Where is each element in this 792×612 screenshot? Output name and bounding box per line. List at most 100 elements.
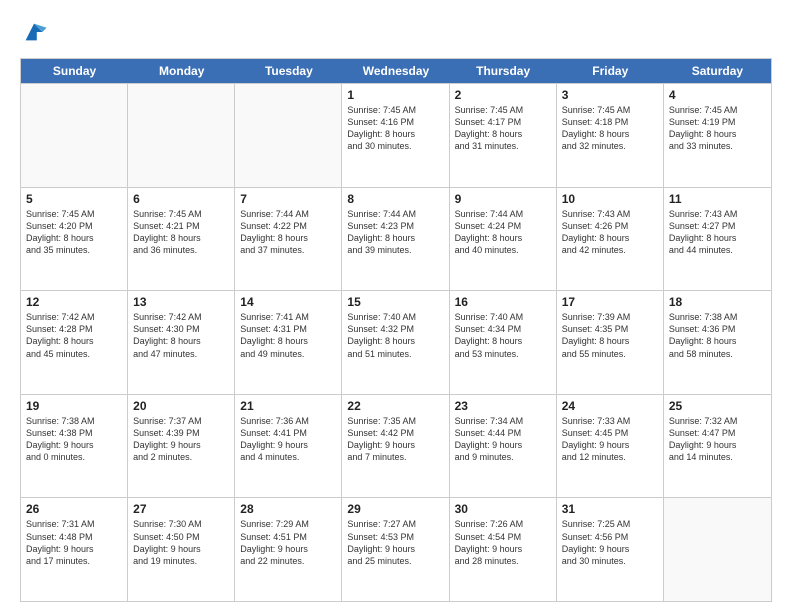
calendar-row: 19 Sunrise: 7:38 AM Sunset: 4:38 PM Dayli…: [21, 394, 771, 498]
calendar-cell: 29 Sunrise: 7:27 AM Sunset: 4:53 PM Dayli…: [342, 498, 449, 601]
day-number: 17: [562, 295, 658, 309]
day-number: 19: [26, 399, 122, 413]
day-number: 31: [562, 502, 658, 516]
cell-info: Sunrise: 7:41 AM Sunset: 4:31 PM Dayligh…: [240, 311, 336, 360]
cell-info: Sunrise: 7:31 AM Sunset: 4:48 PM Dayligh…: [26, 518, 122, 567]
day-number: 18: [669, 295, 766, 309]
cell-info: Sunrise: 7:30 AM Sunset: 4:50 PM Dayligh…: [133, 518, 229, 567]
calendar-cell: [235, 84, 342, 187]
calendar-cell: 3Sunrise: 7:45 AM Sunset: 4:18 PM Daylig…: [557, 84, 664, 187]
weekday-header: Monday: [128, 59, 235, 83]
weekday-header: Saturday: [664, 59, 771, 83]
day-number: 9: [455, 192, 551, 206]
cell-info: Sunrise: 7:44 AM Sunset: 4:22 PM Dayligh…: [240, 208, 336, 257]
calendar-body: 1 Sunrise: 7:45 AM Sunset: 4:16 PM Daylig…: [21, 83, 771, 601]
calendar-row: 12Sunrise: 7:42 AM Sunset: 4:28 PM Dayli…: [21, 290, 771, 394]
page: SundayMondayTuesdayWednesdayThursdayFrid…: [0, 0, 792, 612]
cell-info: Sunrise: 7:45 AM Sunset: 4:21 PM Dayligh…: [133, 208, 229, 257]
cell-info: Sunrise: 7:26 AM Sunset: 4:54 PM Dayligh…: [455, 518, 551, 567]
day-number: 22: [347, 399, 443, 413]
calendar-cell: 30 Sunrise: 7:26 AM Sunset: 4:54 PM Dayli…: [450, 498, 557, 601]
cell-info: Sunrise: 7:39 AM Sunset: 4:35 PM Dayligh…: [562, 311, 658, 360]
day-number: 27: [133, 502, 229, 516]
calendar-cell: 18 Sunrise: 7:38 AM Sunset: 4:36 PM Dayli…: [664, 291, 771, 394]
day-number: 11: [669, 192, 766, 206]
calendar-cell: 8Sunrise: 7:44 AM Sunset: 4:23 PM Daylig…: [342, 188, 449, 291]
cell-info: Sunrise: 7:45 AM Sunset: 4:18 PM Dayligh…: [562, 104, 658, 153]
cell-info: Sunrise: 7:45 AM Sunset: 4:20 PM Dayligh…: [26, 208, 122, 257]
cell-info: Sunrise: 7:44 AM Sunset: 4:24 PM Dayligh…: [455, 208, 551, 257]
day-number: 1: [347, 88, 443, 102]
calendar-cell: 9 Sunrise: 7:44 AM Sunset: 4:24 PM Daylig…: [450, 188, 557, 291]
cell-info: Sunrise: 7:40 AM Sunset: 4:32 PM Dayligh…: [347, 311, 443, 360]
cell-info: Sunrise: 7:37 AM Sunset: 4:39 PM Dayligh…: [133, 415, 229, 464]
day-number: 2: [455, 88, 551, 102]
calendar-cell: 20 Sunrise: 7:37 AM Sunset: 4:39 PM Dayli…: [128, 395, 235, 498]
cell-info: Sunrise: 7:40 AM Sunset: 4:34 PM Dayligh…: [455, 311, 551, 360]
cell-info: Sunrise: 7:27 AM Sunset: 4:53 PM Dayligh…: [347, 518, 443, 567]
weekday-header: Wednesday: [342, 59, 449, 83]
calendar-row: 26 Sunrise: 7:31 AM Sunset: 4:48 PM Dayli…: [21, 497, 771, 601]
calendar-cell: [664, 498, 771, 601]
calendar-cell: 1 Sunrise: 7:45 AM Sunset: 4:16 PM Daylig…: [342, 84, 449, 187]
cell-info: Sunrise: 7:32 AM Sunset: 4:47 PM Dayligh…: [669, 415, 766, 464]
calendar-cell: 21 Sunrise: 7:36 AM Sunset: 4:41 PM Dayli…: [235, 395, 342, 498]
calendar-cell: 4Sunrise: 7:45 AM Sunset: 4:19 PM Daylig…: [664, 84, 771, 187]
calendar-cell: 15 Sunrise: 7:40 AM Sunset: 4:32 PM Dayli…: [342, 291, 449, 394]
calendar-cell: 11Sunrise: 7:43 AM Sunset: 4:27 PM Dayli…: [664, 188, 771, 291]
calendar-cell: 12Sunrise: 7:42 AM Sunset: 4:28 PM Dayli…: [21, 291, 128, 394]
day-number: 26: [26, 502, 122, 516]
cell-info: Sunrise: 7:36 AM Sunset: 4:41 PM Dayligh…: [240, 415, 336, 464]
calendar-cell: 16 Sunrise: 7:40 AM Sunset: 4:34 PM Dayli…: [450, 291, 557, 394]
cell-info: Sunrise: 7:44 AM Sunset: 4:23 PM Dayligh…: [347, 208, 443, 257]
day-number: 13: [133, 295, 229, 309]
cell-info: Sunrise: 7:45 AM Sunset: 4:16 PM Dayligh…: [347, 104, 443, 153]
calendar-cell: 24Sunrise: 7:33 AM Sunset: 4:45 PM Dayli…: [557, 395, 664, 498]
day-number: 30: [455, 502, 551, 516]
calendar-cell: 23Sunrise: 7:34 AM Sunset: 4:44 PM Dayli…: [450, 395, 557, 498]
calendar-cell: 27 Sunrise: 7:30 AM Sunset: 4:50 PM Dayli…: [128, 498, 235, 601]
calendar-cell: 25 Sunrise: 7:32 AM Sunset: 4:47 PM Dayli…: [664, 395, 771, 498]
header: [20, 18, 772, 48]
calendar-header: SundayMondayTuesdayWednesdayThursdayFrid…: [21, 59, 771, 83]
weekday-header: Thursday: [450, 59, 557, 83]
day-number: 25: [669, 399, 766, 413]
weekday-header: Sunday: [21, 59, 128, 83]
calendar-cell: 7 Sunrise: 7:44 AM Sunset: 4:22 PM Daylig…: [235, 188, 342, 291]
day-number: 7: [240, 192, 336, 206]
calendar-cell: 2Sunrise: 7:45 AM Sunset: 4:17 PM Daylig…: [450, 84, 557, 187]
day-number: 21: [240, 399, 336, 413]
calendar: SundayMondayTuesdayWednesdayThursdayFrid…: [20, 58, 772, 602]
calendar-cell: [128, 84, 235, 187]
cell-info: Sunrise: 7:29 AM Sunset: 4:51 PM Dayligh…: [240, 518, 336, 567]
calendar-cell: 5 Sunrise: 7:45 AM Sunset: 4:20 PM Daylig…: [21, 188, 128, 291]
cell-info: Sunrise: 7:43 AM Sunset: 4:26 PM Dayligh…: [562, 208, 658, 257]
cell-info: Sunrise: 7:38 AM Sunset: 4:38 PM Dayligh…: [26, 415, 122, 464]
day-number: 10: [562, 192, 658, 206]
day-number: 16: [455, 295, 551, 309]
day-number: 29: [347, 502, 443, 516]
cell-info: Sunrise: 7:42 AM Sunset: 4:30 PM Dayligh…: [133, 311, 229, 360]
calendar-cell: 28Sunrise: 7:29 AM Sunset: 4:51 PM Dayli…: [235, 498, 342, 601]
cell-info: Sunrise: 7:33 AM Sunset: 4:45 PM Dayligh…: [562, 415, 658, 464]
day-number: 15: [347, 295, 443, 309]
day-number: 23: [455, 399, 551, 413]
weekday-header: Friday: [557, 59, 664, 83]
calendar-row: 1 Sunrise: 7:45 AM Sunset: 4:16 PM Daylig…: [21, 83, 771, 187]
cell-info: Sunrise: 7:25 AM Sunset: 4:56 PM Dayligh…: [562, 518, 658, 567]
calendar-cell: 17 Sunrise: 7:39 AM Sunset: 4:35 PM Dayli…: [557, 291, 664, 394]
calendar-cell: 14Sunrise: 7:41 AM Sunset: 4:31 PM Dayli…: [235, 291, 342, 394]
cell-info: Sunrise: 7:38 AM Sunset: 4:36 PM Dayligh…: [669, 311, 766, 360]
calendar-cell: 10 Sunrise: 7:43 AM Sunset: 4:26 PM Dayli…: [557, 188, 664, 291]
logo: [20, 18, 48, 48]
calendar-cell: 6 Sunrise: 7:45 AM Sunset: 4:21 PM Daylig…: [128, 188, 235, 291]
calendar-cell: 19 Sunrise: 7:38 AM Sunset: 4:38 PM Dayli…: [21, 395, 128, 498]
calendar-cell: 31 Sunrise: 7:25 AM Sunset: 4:56 PM Dayli…: [557, 498, 664, 601]
day-number: 4: [669, 88, 766, 102]
cell-info: Sunrise: 7:42 AM Sunset: 4:28 PM Dayligh…: [26, 311, 122, 360]
day-number: 5: [26, 192, 122, 206]
day-number: 6: [133, 192, 229, 206]
calendar-cell: 26 Sunrise: 7:31 AM Sunset: 4:48 PM Dayli…: [21, 498, 128, 601]
day-number: 20: [133, 399, 229, 413]
calendar-cell: 22Sunrise: 7:35 AM Sunset: 4:42 PM Dayli…: [342, 395, 449, 498]
